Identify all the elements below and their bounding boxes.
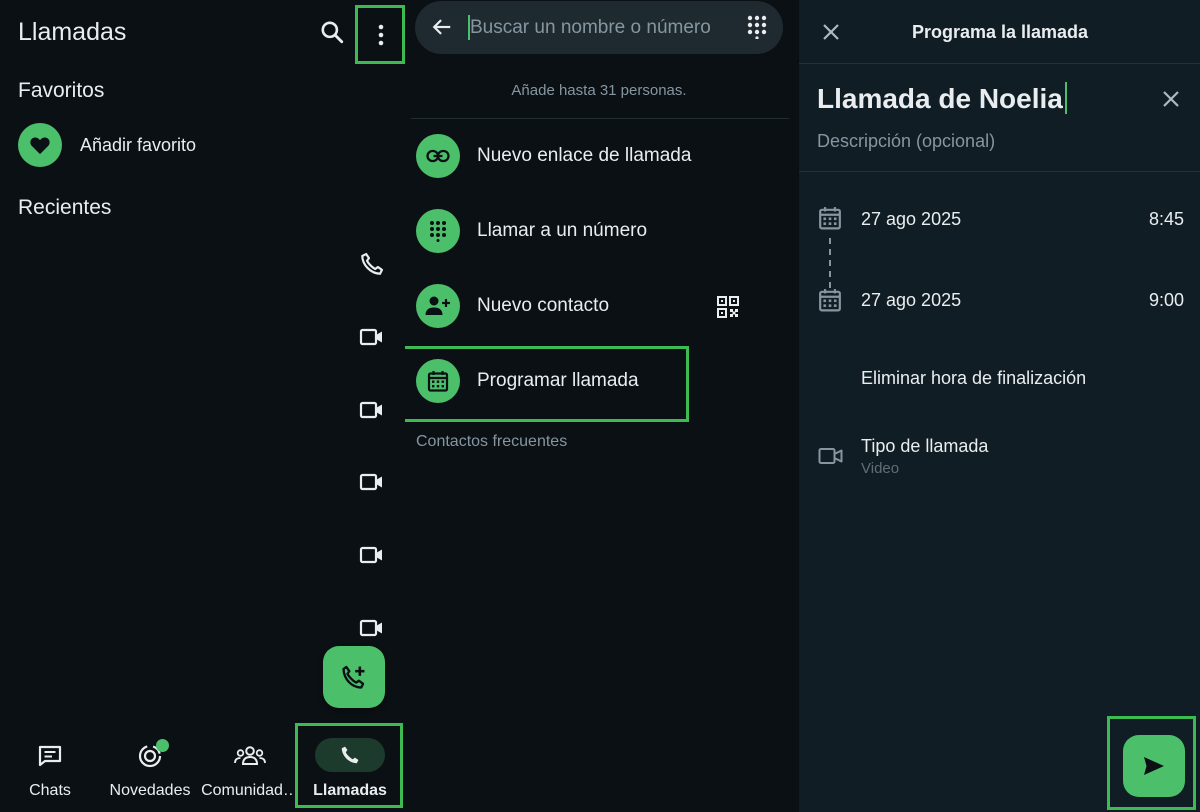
end-time[interactable]: 9:00 [1149,290,1184,311]
qr-code-icon[interactable] [717,296,739,318]
communities-icon [234,742,266,770]
page-title: Llamadas [18,18,127,46]
highlight-calls-tab [295,723,403,808]
nav-updates-label: Novedades [109,782,191,799]
calendar-icon [819,289,841,312]
nav-chats[interactable]: Chats [0,724,100,812]
call-number-button[interactable]: Llamar a un número [416,209,647,253]
schedule-call-screen: Programa la llamada Llamada de Noelia De… [799,0,1200,812]
video-icon[interactable] [359,324,385,350]
nav-chats-label: Chats [29,782,71,799]
back-arrow-icon[interactable] [431,16,453,38]
video-icon[interactable] [359,542,385,568]
clear-text-icon[interactable] [1161,89,1181,109]
video-icon[interactable] [359,615,385,641]
remove-end-time-button[interactable]: Eliminar hora de finalización [861,368,1086,389]
end-date[interactable]: 27 ago 2025 [861,290,961,311]
nav-communities-label: Comunidad… [201,782,299,799]
recents-heading: Recientes [18,196,112,219]
new-call-link-label: Nuevo enlace de llamada [477,145,692,166]
new-call-link-button[interactable]: Nuevo enlace de llamada [416,134,691,178]
start-time[interactable]: 8:45 [1149,209,1184,230]
favorites-heading: Favoritos [18,79,105,102]
updates-icon [137,739,169,770]
add-call-icon [342,665,365,689]
add-favorite-label: Añadir favorito [80,134,197,155]
link-icon [416,134,460,178]
call-name-value: Llamada de Noelia [817,83,1063,114]
phone-icon[interactable] [359,251,385,277]
highlight-menu [355,5,405,64]
nav-communities[interactable]: Comunidad… [200,724,300,812]
add-favorite-button[interactable]: Añadir favorito [18,123,196,167]
call-type-label[interactable]: Tipo de llamada [861,436,988,457]
divider [799,63,1200,64]
participants-note: Añade hasta 31 personas. [511,82,687,99]
page-title: Programa la llamada [911,22,1089,42]
search-input[interactable] [470,15,740,41]
new-contact-button[interactable]: Nuevo contacto [416,284,609,328]
new-contact-label: Nuevo contacto [477,295,610,316]
call-type-value: Video [861,460,900,477]
call-number-label: Llamar a un número [477,220,648,241]
new-call-fab[interactable] [323,646,385,708]
new-call-screen: Añade hasta 31 personas. Nuevo enlace de… [405,0,798,812]
calendar-icon [819,207,841,230]
search-icon[interactable] [319,19,345,45]
video-icon [818,448,843,464]
divider [411,118,789,119]
video-icon[interactable] [359,469,385,495]
start-date[interactable]: 27 ago 2025 [861,209,961,230]
heart-icon [18,123,62,167]
frequent-contacts-heading: Contactos frecuentes [416,433,568,450]
updates-badge [156,739,169,752]
highlight-schedule-call [405,346,689,422]
call-name-field[interactable]: Llamada de Noelia [817,82,1067,115]
close-icon[interactable] [821,22,841,42]
highlight-send [1107,716,1196,810]
dialpad-icon[interactable] [745,15,769,39]
add-person-icon [416,284,460,328]
description-field[interactable]: Descripción (opcional) [817,131,995,152]
search-bar [415,1,783,54]
video-icon[interactable] [359,397,385,423]
nav-updates[interactable]: Novedades [100,724,200,812]
dialpad-icon [416,209,460,253]
calls-screen: Llamadas Favoritos Añadir favorito Recie… [0,0,405,812]
chats-icon [37,742,63,770]
date-range-connector [829,238,831,288]
divider [799,171,1200,172]
text-cursor [1064,82,1067,114]
